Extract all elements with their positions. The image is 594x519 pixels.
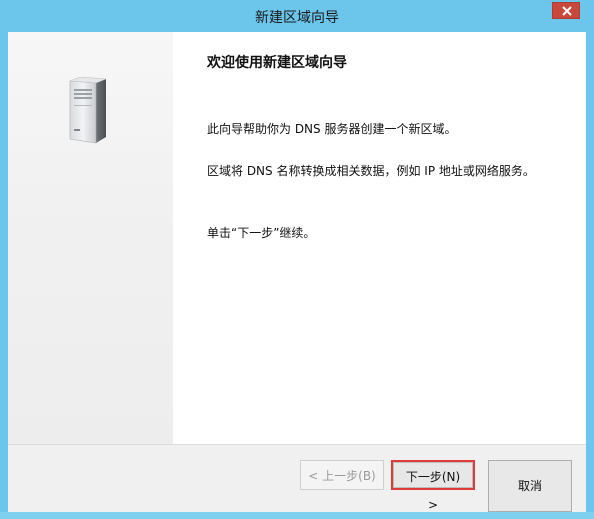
back-button[interactable]: < 上一步(B) [300,460,384,490]
wizard-side-panel [8,32,173,444]
close-button[interactable] [552,2,580,19]
wizard-content: 欢迎使用新建区域向导 此向导帮助你为 DNS 服务器创建一个新区域。 区域将 D… [8,32,586,444]
intro-text: 此向导帮助你为 DNS 服务器创建一个新区域。 [207,122,457,136]
close-icon [562,6,572,16]
window-title: 新建区域向导 [255,10,339,26]
next-button[interactable]: 下一步(N) > [391,460,475,512]
title-bar[interactable]: 新建区域向导 [0,0,594,32]
cancel-button[interactable]: 取消 [488,460,572,512]
wizard-window: 新建区域向导 欢迎使用新建区域向导 此向导帮助你为 DNS 服务器创建一个新区域… [0,0,594,512]
wizard-heading: 欢迎使用新建区域向导 [207,55,347,71]
zone-description-text: 区域将 DNS 名称转换成相关数据，例如 IP 地址或网络服务。 [207,164,535,178]
wizard-button-bar: < 上一步(B) 下一步(N) > 取消 [8,445,586,512]
server-icon [69,77,107,144]
continue-hint-text: 单击“下一步”继续。 [207,226,316,240]
